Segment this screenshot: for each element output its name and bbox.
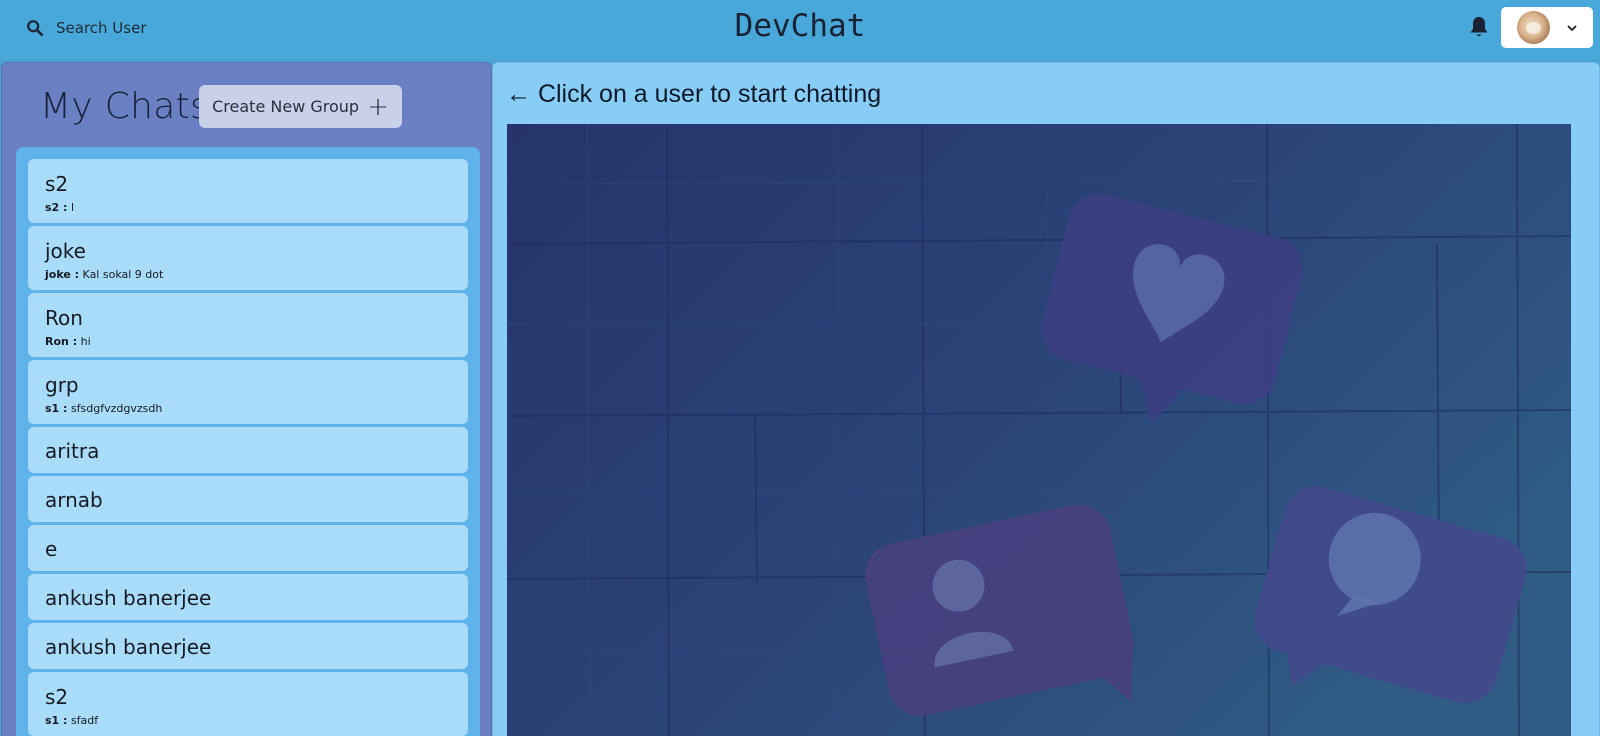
chat-message-sender: Ron : [45, 335, 78, 348]
chat-name: joke [45, 239, 86, 263]
my-chats-panel: My Chats Create New Group + s2 s2 : l jo… [1, 62, 492, 736]
create-new-group-button[interactable]: Create New Group + [199, 85, 402, 128]
chat-message-sender: s1 : [45, 714, 68, 727]
chat-list: s2 s2 : l joke joke : Kal sokal 9 dot Ro… [16, 147, 480, 736]
chat-name: aritra [45, 439, 100, 463]
chat-list-item[interactable]: e [28, 525, 468, 571]
chat-name: grp [45, 373, 79, 397]
chat-list-item[interactable]: Ron Ron : hi [28, 293, 468, 357]
start-chatting-prompt: ← Click on a user to start chatting [506, 80, 882, 108]
chat-list-item[interactable]: joke joke : Kal sokal 9 dot [28, 226, 468, 290]
my-chats-title: My Chats [40, 86, 210, 127]
search-user-button[interactable]: Search User [26, 14, 147, 42]
chat-name: e [45, 537, 58, 561]
search-user-label: Search User [56, 19, 147, 37]
chat-name: s2 [45, 172, 69, 196]
chat-message-sender: s1 : [45, 402, 68, 415]
chat-message-text: sfadf [70, 714, 99, 727]
avatar [1517, 11, 1550, 44]
chat-list-item[interactable]: aritra [28, 427, 468, 473]
chat-message-sender: joke : [45, 268, 80, 281]
chat-latest-message: s1 : sfsdgfvzdgvzsdh [45, 402, 162, 415]
profile-menu-button[interactable] [1501, 7, 1593, 48]
app-title: DevChat [734, 8, 866, 44]
chat-message-sender: s2 : [45, 201, 68, 214]
chat-list-item[interactable]: grp s1 : sfsdgfvzdgvzsdh [28, 360, 468, 424]
chat-message-text: hi [80, 335, 91, 348]
chat-list-item[interactable]: s2 s2 : l [28, 159, 468, 223]
chat-message-text: Kal sokal 9 dot [82, 268, 164, 281]
chat-latest-message: s1 : sfadf [45, 714, 98, 727]
chat-name: ankush banerjee [45, 635, 212, 659]
bell-icon[interactable] [1468, 15, 1490, 39]
chat-message-text: sfsdgfvzdgvzsdh [70, 402, 163, 415]
chat-latest-message: Ron : hi [45, 335, 91, 348]
chat-name: arnab [45, 488, 103, 512]
chat-background-image [507, 124, 1571, 736]
chat-name: s2 [45, 685, 69, 709]
chat-list-item[interactable]: s2 s1 : sfadf [28, 672, 468, 736]
chat-latest-message: s2 : l [45, 201, 74, 214]
chat-list-item[interactable]: arnab [28, 476, 468, 522]
chevron-down-icon [1567, 25, 1577, 31]
chat-name: ankush banerjee [45, 586, 212, 610]
chat-list-item[interactable]: ankush banerjee [28, 574, 468, 620]
chat-message-text: l [70, 201, 74, 214]
chat-name: Ron [45, 306, 83, 330]
create-new-group-label: Create New Group [212, 97, 360, 116]
chat-list-item[interactable]: ankush banerjee [28, 623, 468, 669]
plus-icon: + [367, 91, 389, 122]
search-icon [27, 20, 44, 37]
chat-latest-message: joke : Kal sokal 9 dot [45, 268, 163, 281]
top-bar: Search User DevChat [0, 0, 1600, 59]
chat-box-panel: ← Click on a user to start chatting [492, 62, 1600, 736]
